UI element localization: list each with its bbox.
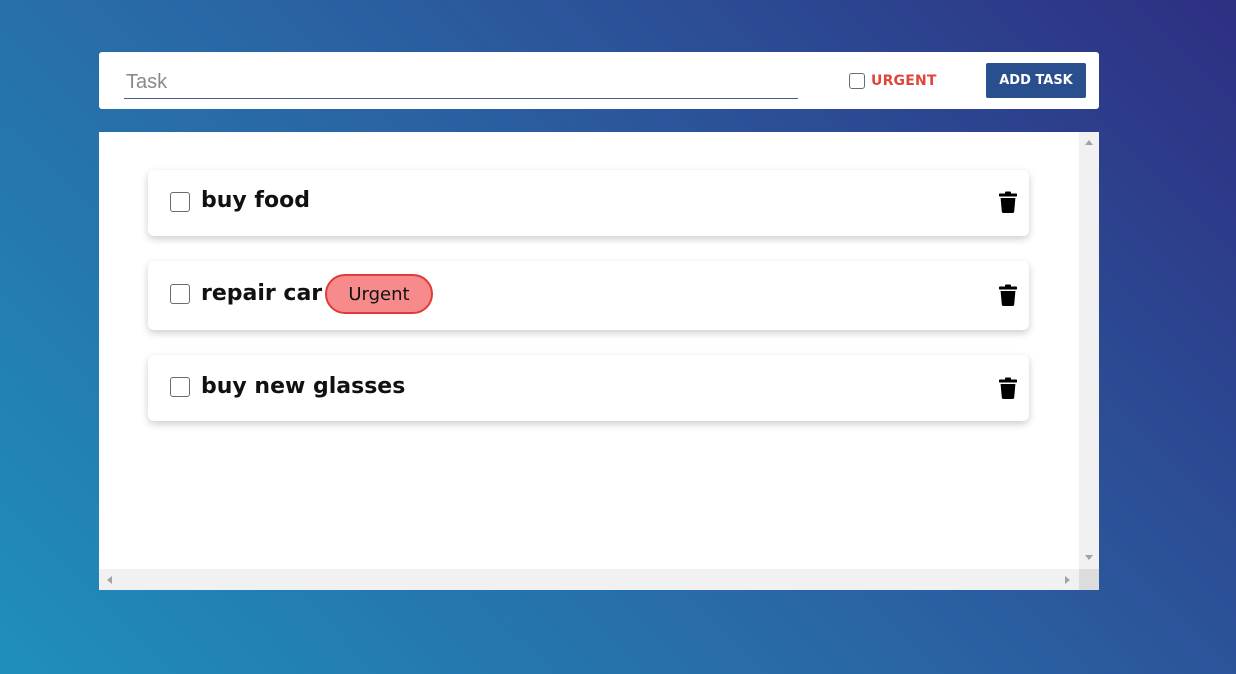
trash-icon[interactable] bbox=[999, 284, 1017, 306]
task-item: buy food bbox=[148, 170, 1029, 236]
task-text: buy new glasses bbox=[201, 374, 406, 399]
horizontal-scrollbar[interactable] bbox=[99, 569, 1079, 590]
task-item: repair car Urgent bbox=[148, 261, 1029, 330]
task-text: buy food bbox=[201, 188, 310, 213]
task-text: repair car bbox=[201, 281, 323, 306]
trash-icon[interactable] bbox=[999, 377, 1017, 399]
vertical-scrollbar[interactable] bbox=[1079, 132, 1099, 569]
task-input[interactable] bbox=[124, 66, 798, 99]
scroll-down-arrow-icon[interactable] bbox=[1085, 555, 1093, 560]
task-list-panel: buy food repair car Urgent buy new glass… bbox=[99, 132, 1099, 590]
scroll-left-arrow-icon[interactable] bbox=[107, 576, 112, 584]
scroll-right-arrow-icon[interactable] bbox=[1065, 576, 1070, 584]
scrollbar-corner bbox=[1079, 569, 1099, 590]
task-checkbox[interactable] bbox=[170, 192, 190, 212]
task-checkbox[interactable] bbox=[170, 284, 190, 304]
urgent-label[interactable]: URGENT bbox=[871, 73, 937, 89]
urgent-badge: Urgent bbox=[325, 274, 433, 314]
task-list: buy food repair car Urgent buy new glass… bbox=[99, 132, 1079, 569]
scroll-up-arrow-icon[interactable] bbox=[1085, 140, 1093, 145]
task-item: buy new glasses bbox=[148, 355, 1029, 421]
task-checkbox[interactable] bbox=[170, 377, 190, 397]
trash-icon[interactable] bbox=[999, 191, 1017, 213]
urgent-checkbox[interactable] bbox=[849, 73, 865, 89]
add-task-button[interactable]: ADD TASK bbox=[986, 63, 1086, 98]
urgent-toggle[interactable]: URGENT bbox=[849, 71, 937, 91]
task-form: URGENT ADD TASK bbox=[99, 52, 1099, 109]
